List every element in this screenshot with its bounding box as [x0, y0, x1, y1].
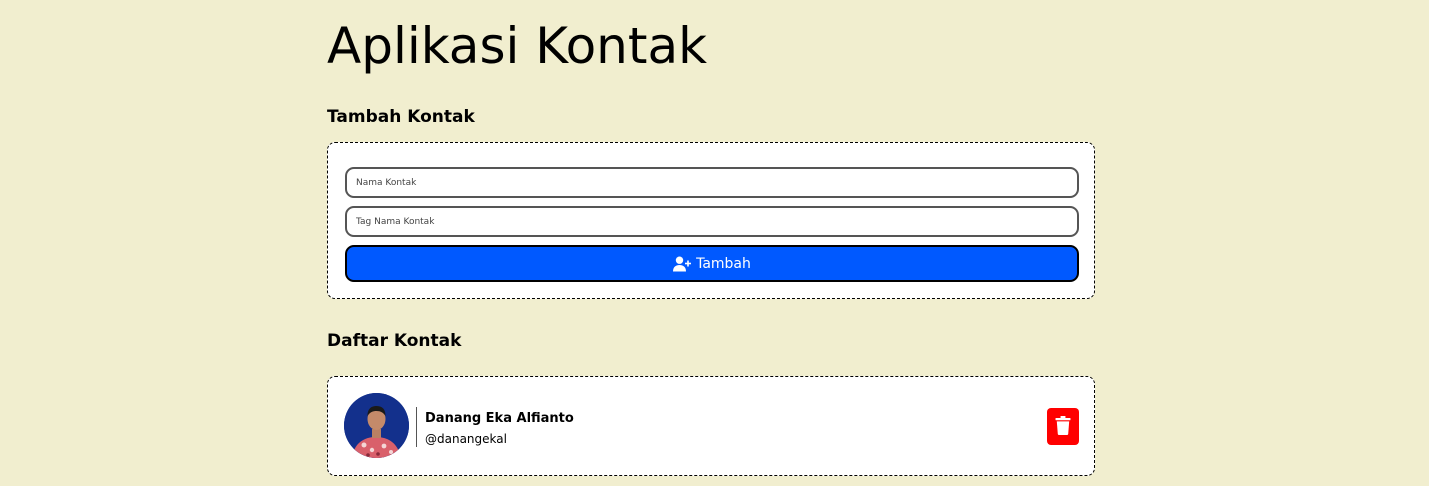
add-contact-button[interactable]: Tambah [345, 245, 1079, 282]
contact-tag-input[interactable] [345, 206, 1079, 237]
contact-tag: @danangekal [425, 432, 507, 446]
trash-icon [1055, 415, 1071, 438]
avatar [344, 393, 409, 458]
contact-name-input[interactable] [345, 167, 1079, 198]
page-title: Aplikasi Kontak [327, 17, 708, 75]
add-contact-heading: Tambah Kontak [327, 107, 475, 127]
delete-contact-button[interactable] [1047, 408, 1079, 445]
contact-list-heading: Daftar Kontak [327, 331, 462, 351]
contact-divider [416, 407, 417, 447]
contact-item: Danang Eka Alfianto @danangekal [327, 376, 1095, 476]
add-button-label: Tambah [696, 255, 751, 272]
add-contact-form: Tambah [327, 142, 1095, 299]
contact-name: Danang Eka Alfianto [425, 411, 574, 426]
user-plus-icon [673, 256, 692, 272]
